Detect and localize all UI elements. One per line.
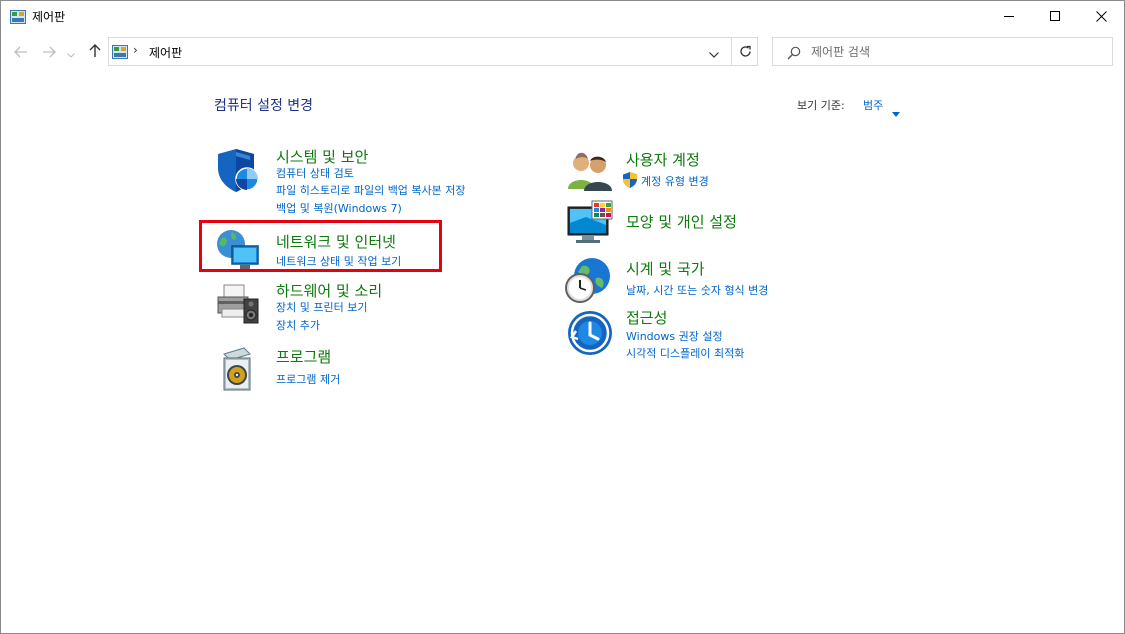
link-optimize-visual-display[interactable]: 시각적 디스플레이 최적화 [626, 345, 744, 361]
uac-shield-icon [623, 172, 637, 188]
address-dropdown-button[interactable] [707, 44, 721, 60]
close-icon [1095, 10, 1107, 22]
category-title-ease-of-access[interactable]: 접근성 [626, 307, 667, 328]
link-change-account-type[interactable]: 계정 유형 변경 [641, 173, 709, 189]
maximize-icon [1049, 10, 1061, 22]
search-box[interactable] [772, 37, 1113, 66]
link-add-device[interactable]: 장치 추가 [276, 317, 320, 333]
address-bar[interactable]: › 제어판 [108, 37, 758, 66]
category-title-system-security[interactable]: 시스템 및 보안 [276, 146, 368, 167]
chevron-down-icon [709, 43, 719, 62]
up-button[interactable] [86, 43, 104, 61]
view-by-dropdown[interactable]: 범주 [863, 97, 883, 113]
printer-speaker-icon[interactable] [214, 281, 262, 329]
refresh-button[interactable] [736, 43, 754, 61]
minimize-icon [1003, 11, 1015, 22]
shield-icon[interactable] [214, 146, 262, 194]
accessibility-icon[interactable] [566, 309, 614, 357]
forward-arrow-icon [42, 43, 56, 62]
link-change-date-time-format[interactable]: 날짜, 시간 또는 숫자 형식 변경 [626, 282, 768, 298]
up-arrow-icon [89, 43, 101, 62]
link-windows-recommended[interactable]: Windows 권장 설정 [626, 328, 723, 344]
address-divider [731, 38, 732, 65]
category-title-clock-region[interactable]: 시계 및 국가 [626, 258, 705, 279]
clock-globe-icon[interactable] [564, 256, 612, 304]
forward-button[interactable] [40, 43, 58, 61]
category-title-hardware-sound[interactable]: 하드웨어 및 소리 [276, 280, 382, 301]
users-icon[interactable] [566, 147, 614, 195]
view-by-arrow-icon[interactable] [892, 102, 900, 117]
link-uninstall-program[interactable]: 프로그램 제거 [276, 371, 340, 387]
control-panel-app-icon [10, 9, 26, 24]
view-by-label: 보기 기준: [797, 99, 845, 112]
title-bar: 제어판 [1, 1, 1124, 32]
programs-disc-icon[interactable] [214, 344, 262, 392]
chevron-down-icon [67, 43, 75, 62]
category-title-appearance[interactable]: 모양 및 개인 설정 [626, 211, 737, 232]
maximize-button[interactable] [1032, 1, 1078, 31]
refresh-icon [739, 43, 752, 62]
category-title-programs[interactable]: 프로그램 [276, 346, 331, 367]
link-devices-printers[interactable]: 장치 및 프린터 보기 [276, 299, 367, 315]
search-input[interactable] [811, 43, 1101, 61]
back-button[interactable] [12, 43, 30, 61]
monitor-palette-icon[interactable] [566, 199, 614, 247]
window-title: 제어판 [32, 10, 66, 24]
category-title-user-accounts[interactable]: 사용자 계정 [626, 149, 700, 170]
link-file-history-backup[interactable]: 파일 히스토리로 파일의 백업 복사본 저장 [276, 182, 466, 198]
minimize-button[interactable] [986, 1, 1032, 31]
control-panel-window: 제어판 › 제어판 제어판 검색 컴퓨터 설정 변경 보기 기준: 범주 시스템… [0, 0, 1125, 634]
search-icon [787, 45, 801, 60]
link-review-computer-status[interactable]: 컴퓨터 상태 검토 [276, 165, 354, 181]
link-backup-restore-win7[interactable]: 백업 및 복원(Windows 7) [276, 200, 402, 216]
breadcrumb-separator[interactable]: › [133, 43, 138, 57]
close-button[interactable] [1078, 1, 1124, 31]
highlight-box [199, 220, 442, 272]
page-title: 컴퓨터 설정 변경 [214, 98, 314, 114]
recent-locations-button[interactable] [65, 43, 77, 61]
breadcrumb-control-panel[interactable]: 제어판 [149, 44, 182, 61]
control-panel-crumb-icon [112, 44, 128, 59]
back-arrow-icon [14, 43, 28, 62]
